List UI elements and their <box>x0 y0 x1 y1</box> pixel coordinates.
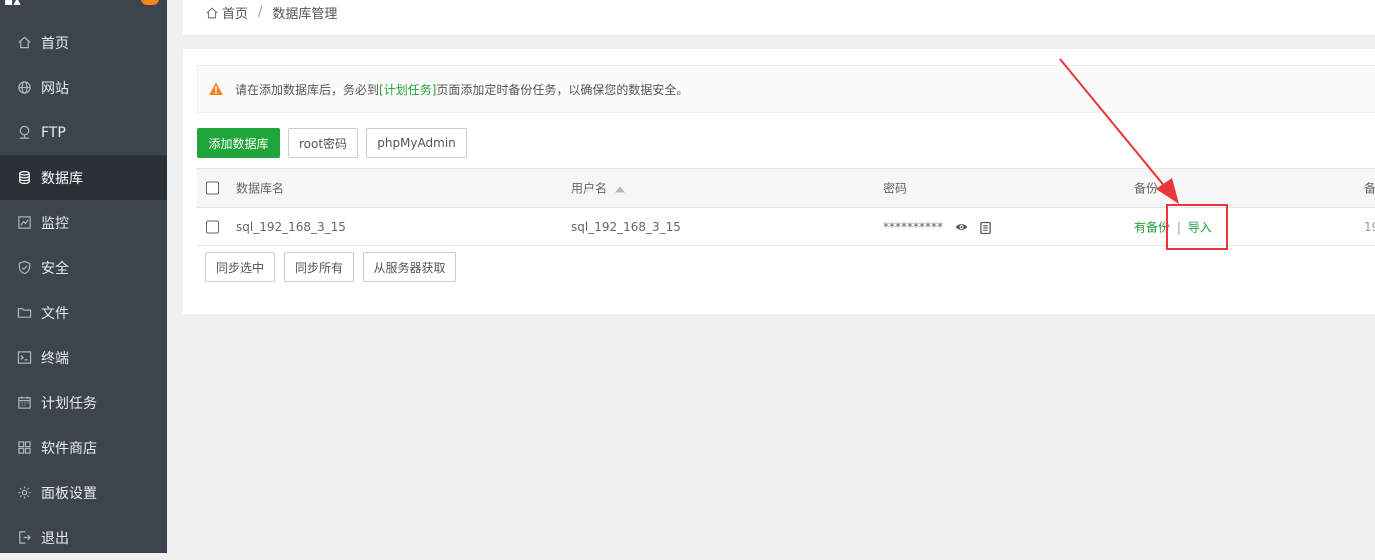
row-password-cell: ********** <box>883 220 991 234</box>
sidebar-item-label: FTP <box>41 124 66 141</box>
sidebar-item-cron[interactable]: 计划任务 <box>0 380 167 425</box>
calendar-icon <box>16 395 32 411</box>
alert-prefix: 请在添加数据库后，务必到 <box>235 83 380 97</box>
sidebar-item-terminal[interactable]: 终端 <box>0 335 167 380</box>
alert-suffix: 页面添加定时备份任务，以确保您的数据安全。 <box>436 83 689 97</box>
breadcrumb-home[interactable]: 首页 <box>222 3 248 22</box>
sync-selected-button[interactable]: 同步选中 <box>205 252 275 282</box>
sync-all-button[interactable]: 同步所有 <box>284 252 354 282</box>
sidebar-item-label: 安全 <box>41 260 69 277</box>
copy-icon[interactable] <box>979 221 991 234</box>
logo: ▪▴ <box>0 0 167 10</box>
alert-text: 请在添加数据库后，务必到[计划任务]页面添加定时备份任务，以确保您的数据安全。 <box>235 81 688 98</box>
sidebar-item-label: 终端 <box>41 350 69 367</box>
header-db-name[interactable]: 数据库名 <box>236 180 284 197</box>
header-password: 密码 <box>883 181 908 196</box>
breadcrumb-separator: / <box>258 5 263 20</box>
sidebar-item-label: 退出 <box>41 530 69 547</box>
sidebar-item-files[interactable]: 文件 <box>0 290 167 335</box>
sidebar-item-security[interactable]: 安全 <box>0 245 167 290</box>
header-backup: 备份 <box>1134 181 1159 196</box>
row-username: sql_192_168_3_15 <box>571 219 681 234</box>
fetch-from-server-button[interactable]: 从服务器获取 <box>363 252 456 282</box>
shield-icon <box>16 260 32 276</box>
database-panel: 请在添加数据库后，务必到[计划任务]页面添加定时备份任务，以确保您的数据安全。 … <box>183 49 1375 314</box>
sidebar-item-settings[interactable]: 面板设置 <box>0 470 167 515</box>
sidebar-item-label: 文件 <box>41 305 69 322</box>
header-remark: 备 <box>1364 181 1375 196</box>
apps-icon <box>16 440 32 456</box>
sidebar-item-logout[interactable]: 退出 <box>0 515 167 560</box>
sidebar-item-label: 面板设置 <box>41 485 97 502</box>
monitor-icon <box>16 215 32 231</box>
row-checkbox[interactable] <box>206 220 219 233</box>
backup-alert: 请在添加数据库后，务必到[计划任务]页面添加定时备份任务，以确保您的数据安全。 <box>197 65 1375 113</box>
logout-icon <box>16 530 32 546</box>
sidebar-item-website[interactable]: 网站 <box>0 65 167 110</box>
add-database-button[interactable]: 添加数据库 <box>197 128 280 158</box>
home-icon[interactable] <box>205 6 219 20</box>
sidebar-item-app-store[interactable]: 软件商店 <box>0 425 167 470</box>
sidebar-item-label: 监控 <box>41 215 69 232</box>
sidebar: ▪▴ 首页 网站 FTP 数据库 监控 安全 文件 终端 计划任务 软件商店 面… <box>0 0 167 553</box>
phpmyadmin-button[interactable]: phpMyAdmin <box>366 128 467 158</box>
row-password: ********** <box>883 219 943 234</box>
backup-status-link[interactable]: 有备份 <box>1134 220 1170 234</box>
annotation-highlight-box <box>1166 204 1228 250</box>
sidebar-item-home[interactable]: 首页 <box>0 20 167 65</box>
table-header: 数据库名 用户名 密码 备份 备 <box>197 169 1375 208</box>
home-icon <box>16 35 32 51</box>
sidebar-item-ftp[interactable]: FTP <box>0 110 167 155</box>
eye-icon[interactable] <box>955 222 968 232</box>
ftp-icon <box>16 125 32 141</box>
sidebar-item-label: 计划任务 <box>41 395 97 412</box>
folder-icon <box>16 305 32 321</box>
breadcrumb-bar: 首页 / 数据库管理 <box>183 0 1375 36</box>
cron-link[interactable]: [计划任务] <box>379 83 436 97</box>
globe-icon <box>16 80 32 96</box>
sidebar-item-label: 数据库 <box>41 170 83 187</box>
sidebar-item-database[interactable]: 数据库 <box>0 155 167 200</box>
sidebar-item-label: 软件商店 <box>41 440 97 457</box>
header-username[interactable]: 用户名 <box>571 180 626 197</box>
row-db-name: sql_192_168_3_15 <box>236 219 346 234</box>
root-password-button[interactable]: root密码 <box>288 128 358 158</box>
sort-asc-icon <box>615 186 626 192</box>
sidebar-item-monitor[interactable]: 监控 <box>0 200 167 245</box>
logo-mark: ▪▴ <box>4 0 21 9</box>
terminal-icon <box>16 350 32 366</box>
sidebar-item-label: 网站 <box>41 80 69 97</box>
header-username-label: 用户名 <box>571 181 608 196</box>
gear-icon <box>16 485 32 501</box>
warning-icon <box>208 81 224 97</box>
sidebar-item-label: 首页 <box>41 35 69 52</box>
breadcrumb-current: 数据库管理 <box>272 7 338 22</box>
select-all-checkbox[interactable] <box>206 181 219 195</box>
breadcrumb: 首页 / 数据库管理 <box>205 3 337 22</box>
database-icon <box>16 170 32 186</box>
row-remark: 19 <box>1364 219 1375 234</box>
notification-badge[interactable] <box>141 0 159 5</box>
